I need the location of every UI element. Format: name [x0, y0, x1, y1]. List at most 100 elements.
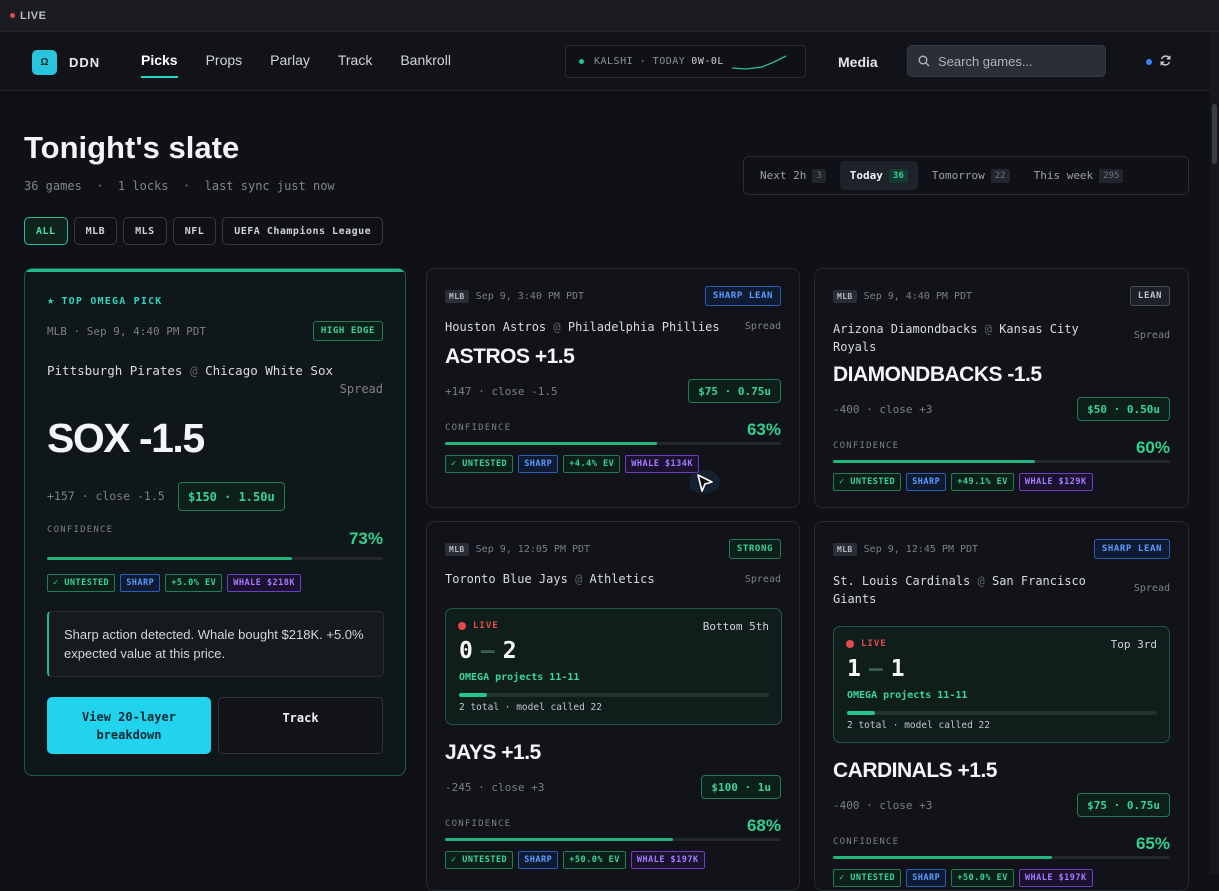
score-separator: – — [868, 656, 883, 682]
tag-ev: +5.0% EV — [165, 574, 223, 592]
game-meta: Sep 9, 12:05 PM PDT — [475, 544, 591, 555]
pick-line: CARDINALS +1.5 — [833, 759, 997, 782]
range-today[interactable]: Today 36 — [839, 161, 918, 190]
at-sign: @ — [984, 322, 992, 336]
away-team: Pittsburgh Pirates — [47, 363, 183, 378]
at-sign: @ — [575, 572, 583, 586]
range-count: 295 — [1099, 168, 1124, 183]
tag-ev: +4.4% EV — [563, 455, 621, 473]
sharp-action-note: Sharp action detected. Whale bought $218… — [47, 611, 384, 677]
card-header: MLB Sep 9, 12:45 PM PDT — [833, 543, 978, 556]
page-title: Tonight's slate — [24, 130, 240, 165]
confidence-bar — [47, 557, 383, 560]
game-meta: Sep 9, 12:45 PM PDT — [863, 544, 979, 555]
logo[interactable]: Ω DDN — [32, 50, 100, 75]
live-label: LIVE — [20, 9, 47, 22]
game-period: Bottom 5th — [702, 620, 769, 633]
sparkline-icon — [731, 54, 787, 70]
top-pick-card: ★ TOP OMEGA PICK MLB · Sep 9, 4:40 PM PDT… — [24, 268, 406, 776]
signal-tags: ✓ UNTESTED SHARP +50.0% EV WHALE $197K — [445, 851, 705, 869]
pick-card-jays: MLB Sep 9, 12:05 PM PDT STRONG Toronto Bl… — [426, 521, 800, 891]
signal-tags: ✓ UNTESTED SHARP +49.1% EV WHALE $129K — [833, 473, 1093, 491]
card-header: MLB Sep 9, 3:40 PM PDT — [445, 290, 584, 303]
filter-nfl[interactable]: NFL — [172, 217, 217, 245]
matchup: Arizona Diamondbacks @ Kansas City Royal… — [833, 320, 1103, 356]
pick-card-cardinals: MLB Sep 9, 12:45 PM PDT SHARP LEAN St. Lo… — [814, 521, 1189, 891]
range-label: Today — [849, 169, 883, 182]
matchup: Toronto Blue Jays @ Athletics — [445, 572, 655, 586]
nav-link-parlay[interactable]: Parlay — [270, 52, 310, 78]
nav-link-bankroll[interactable]: Bankroll — [400, 52, 451, 78]
confidence-label: CONFIDENCE — [833, 441, 900, 451]
top-nav: Ω DDN Picks Props Parlay Track Bankroll … — [0, 32, 1210, 91]
stake-badge: $50 · 0.50u — [1077, 397, 1170, 421]
stake-badge: $75 · 0.75u — [688, 379, 781, 403]
confidence-value: 65% — [1135, 834, 1170, 853]
filter-all[interactable]: ALL — [24, 217, 68, 245]
signal-tags: ✓ UNTESTED SHARP +50.0% EV WHALE $197K — [833, 869, 1093, 887]
confidence-fill — [445, 838, 674, 841]
away-team: Arizona Diamondbacks — [833, 322, 978, 336]
odds: +147 · close -1.5 — [445, 385, 558, 398]
nav-links: Picks Props Parlay Track Bankroll — [141, 52, 451, 78]
filter-mls[interactable]: MLS — [123, 217, 167, 245]
nav-link-props[interactable]: Props — [206, 52, 243, 78]
tag-whale: WHALE $197K — [630, 851, 705, 869]
top-pick-heading: ★ TOP OMEGA PICK — [47, 293, 163, 307]
tag-ev: +50.0% EV — [951, 869, 1014, 887]
filter-ucl[interactable]: UEFA Champions League — [222, 217, 384, 245]
away-team: Houston Astros — [445, 320, 547, 334]
range-count: 3 — [812, 168, 826, 183]
search-input[interactable] — [938, 53, 1098, 69]
ticker-label: KALSHI · TODAY — [594, 56, 686, 67]
market-type: Spread — [1133, 583, 1170, 594]
filter-mlb[interactable]: MLB — [73, 217, 118, 245]
range-label: Tomorrow — [931, 169, 985, 182]
range-count: 22 — [990, 168, 1010, 183]
refresh-icon[interactable] — [1159, 54, 1172, 70]
view-breakdown-button[interactable]: View 20-layer breakdown — [47, 697, 211, 754]
card-accent-line — [25, 269, 405, 272]
kalshi-ticker[interactable]: KALSHI · TODAY 0W-0L — [565, 45, 806, 78]
live-progress-bar — [459, 693, 769, 697]
tag-ev: +50.0% EV — [563, 851, 626, 869]
odds: -245 · close +3 — [445, 781, 545, 794]
score-separator: – — [480, 638, 495, 664]
signal-tags: ✓ UNTESTED SHARP +5.0% EV WHALE $218K — [47, 574, 302, 592]
tag-untested: ✓ UNTESTED — [47, 574, 116, 592]
confidence-value: 68% — [746, 816, 781, 835]
live-dot-icon — [458, 622, 466, 630]
scrollbar-thumb[interactable] — [1212, 104, 1217, 164]
live-score: 1–1 — [847, 656, 905, 682]
range-count: 36 — [888, 168, 908, 183]
tag-sharp: SHARP — [120, 574, 161, 592]
edge-badge: HIGH EDGE — [312, 321, 383, 341]
matchup: Houston Astros @ Philadelphia Phillies — [445, 320, 720, 334]
total-summary: 2 total · model called 22 — [459, 702, 602, 713]
tag-whale: WHALE $129K — [1018, 473, 1093, 491]
range-this-week[interactable]: This week 295 — [1024, 161, 1134, 190]
nav-link-picks[interactable]: Picks — [141, 52, 178, 78]
page-scrollbar[interactable] — [1210, 32, 1219, 874]
omega-logo-icon: Ω — [32, 50, 57, 75]
confidence-fill — [47, 557, 293, 560]
tag-sharp: SHARP — [518, 851, 559, 869]
live-score-box: LIVE Top 3rd 1–1 OMEGA projects 11-11 2 … — [833, 626, 1170, 743]
home-score: 1 — [890, 656, 905, 682]
matchup: Pittsburgh Pirates @ Chicago White Sox — [47, 363, 333, 378]
odds: +157 · close -1.5 — [47, 489, 165, 503]
nav-link-track[interactable]: Track — [338, 52, 372, 78]
confidence-label: CONFIDENCE — [833, 837, 900, 847]
signal-badge: SHARP LEAN — [1093, 539, 1170, 559]
search-box[interactable] — [907, 45, 1106, 77]
track-button[interactable]: Track — [218, 697, 383, 754]
range-next-2h[interactable]: Next 2h 3 — [750, 161, 836, 190]
range-tomorrow[interactable]: Tomorrow 22 — [922, 161, 1020, 190]
confidence-bar — [445, 442, 781, 445]
confidence-label: CONFIDENCE — [445, 423, 512, 433]
away-team: Toronto Blue Jays — [445, 572, 568, 586]
media-link[interactable]: Media — [838, 54, 878, 70]
market-type: Spread — [339, 382, 383, 396]
confidence-value: 73% — [348, 529, 383, 548]
game-meta: MLB · Sep 9, 4:40 PM PDT — [47, 325, 206, 338]
